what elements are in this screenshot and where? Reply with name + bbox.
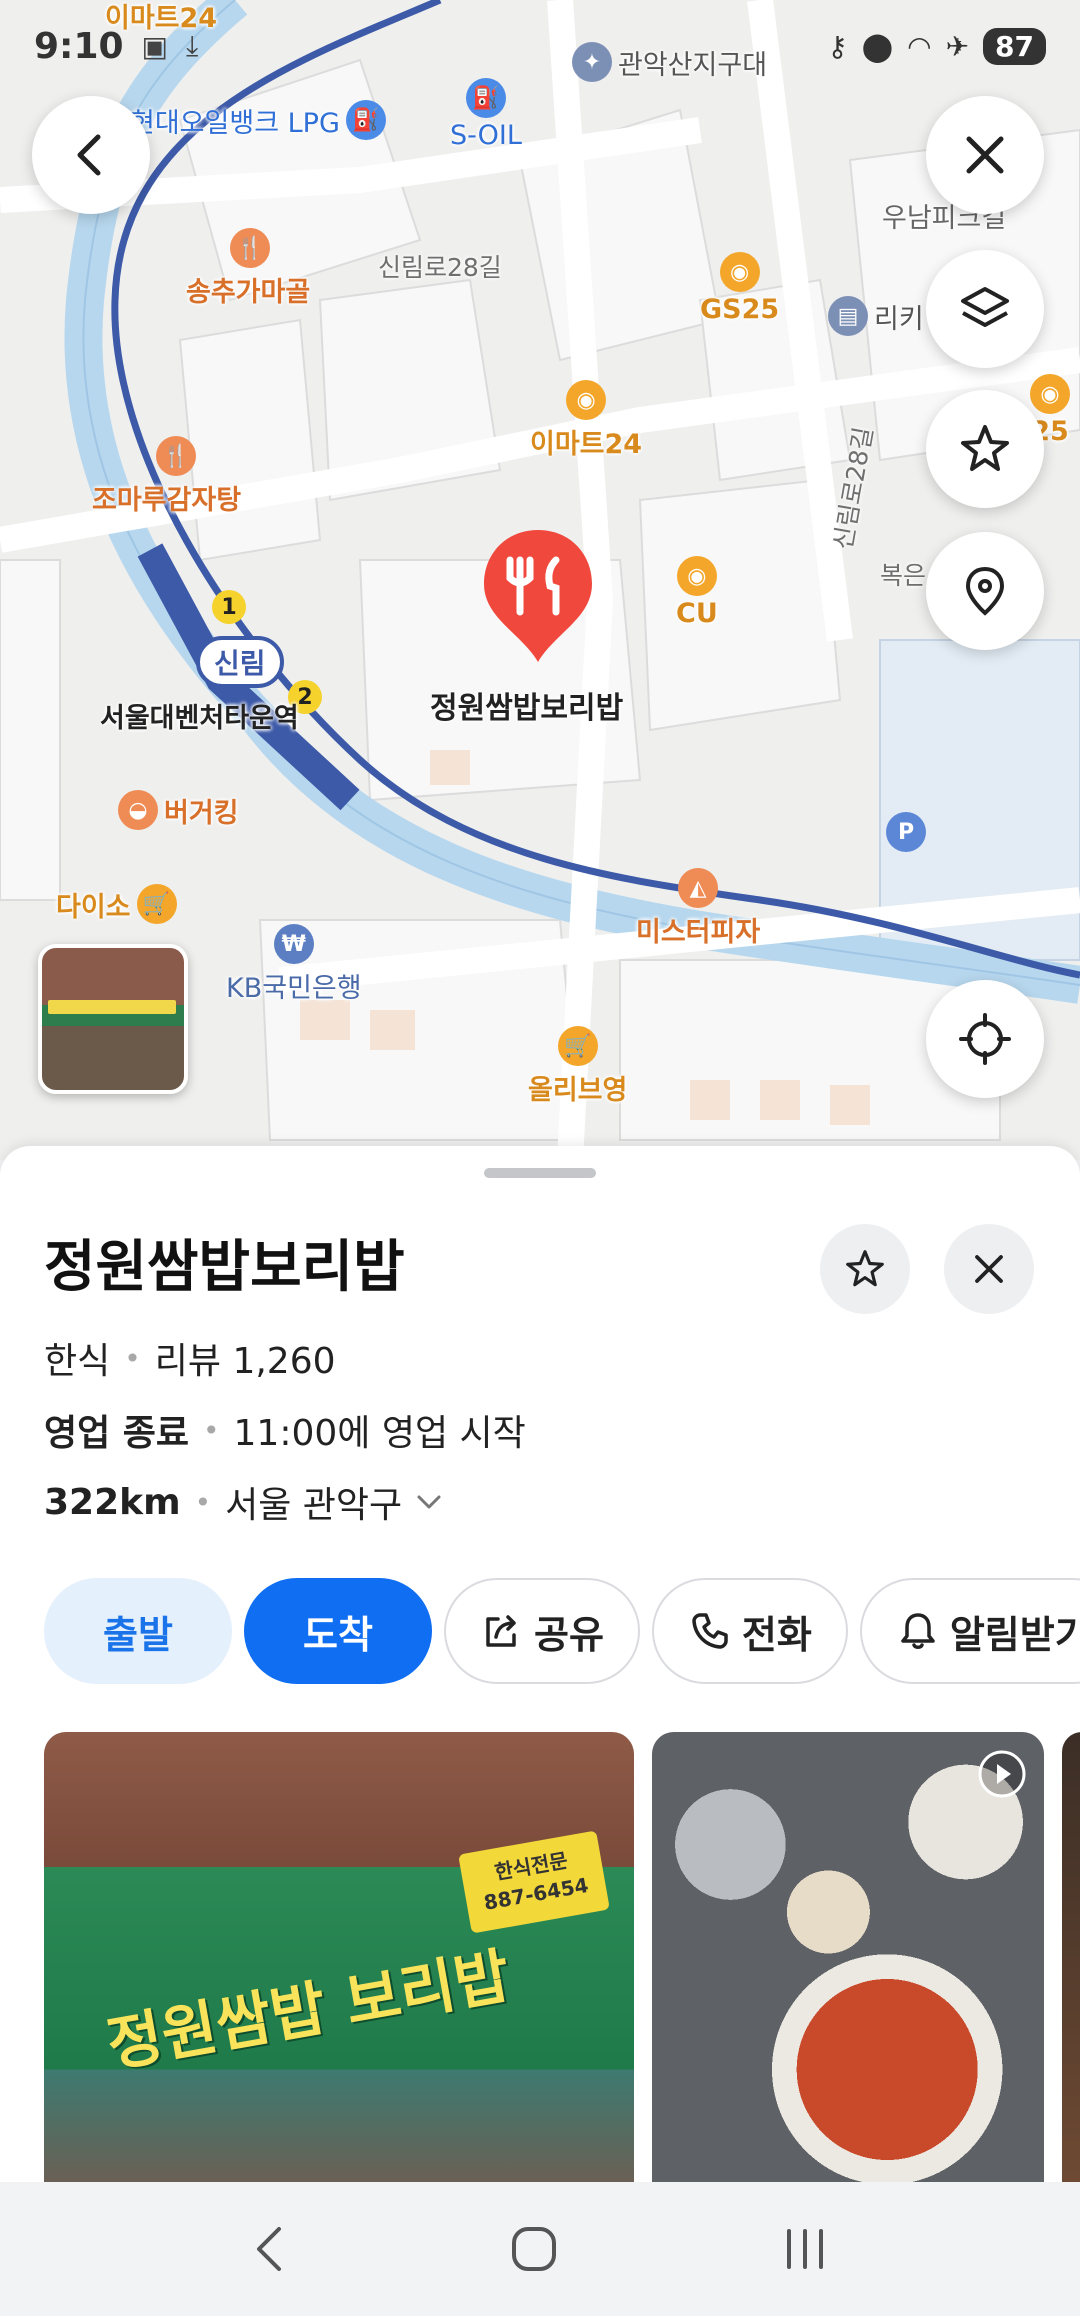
place-detail-sheet: 정원쌈밥보리밥 한식 • 리뷰 1,260 영업 종료 • 11:00에 영업 … bbox=[0, 1146, 1080, 2182]
selected-place-label[interactable]: 정원쌈밥보리밥 bbox=[430, 683, 623, 727]
parking-icon[interactable]: P bbox=[886, 812, 926, 852]
favorites-button[interactable] bbox=[926, 390, 1044, 508]
download-icon: ⤓ bbox=[186, 29, 199, 62]
key-icon: ⚷ bbox=[827, 29, 848, 63]
nav-back-icon[interactable] bbox=[247, 2221, 291, 2277]
poi-library[interactable]: ▤ 리키 bbox=[828, 296, 924, 336]
poi-emart24[interactable]: ◉ 이마트24 bbox=[530, 380, 642, 461]
photo-strip: 한식전문 887-6454 정원쌈밥 보리밥 bbox=[44, 1732, 1080, 2182]
address-line[interactable]: 322km • 서울 관악구 bbox=[44, 1476, 446, 1528]
distance: 322km bbox=[44, 1481, 181, 1523]
share-icon bbox=[486, 1615, 516, 1647]
status-time: 9:10 bbox=[34, 25, 124, 67]
pizza-icon: ◭ bbox=[678, 868, 719, 908]
convenience-store-icon: ◉ bbox=[1030, 374, 1070, 414]
poi-songchu[interactable]: 🍴 송추가마골 bbox=[186, 228, 310, 309]
poi-kb-bank[interactable]: ₩ KB국민은행 bbox=[226, 924, 362, 1005]
screen: 신림로28길 신림로28길 복은 이마트24 ⛽ 현대오일뱅크 LPG ⛽ S-… bbox=[0, 0, 1080, 2316]
chevron-down-icon bbox=[417, 1495, 441, 1509]
action-row: 출발 도착 공유 전화 알림받기 bbox=[44, 1578, 1080, 1684]
convenience-store-icon: ◉ bbox=[719, 252, 760, 292]
screenshot-icon: ▣ bbox=[141, 29, 169, 63]
call-button[interactable]: 전화 bbox=[651, 1578, 848, 1684]
restaurant-icon: 🍴 bbox=[230, 228, 270, 268]
start-button[interactable]: 출발 bbox=[44, 1578, 232, 1684]
star-icon bbox=[846, 1250, 884, 1287]
save-place-button[interactable] bbox=[820, 1224, 910, 1314]
wifi-icon: ◠ bbox=[907, 29, 932, 63]
shopping-icon: 🛒 bbox=[557, 1026, 598, 1066]
sign-text: 정원쌈밥 보리밥 bbox=[101, 1941, 516, 2081]
street-label: 신림로28길 bbox=[378, 253, 502, 282]
photo-next[interactable] bbox=[1062, 1732, 1080, 2182]
hours-next: 11:00에 영업 시작 bbox=[233, 1413, 526, 1454]
close-icon bbox=[966, 136, 1004, 174]
library-icon: ▤ bbox=[828, 296, 868, 336]
burger-icon: ◒ bbox=[118, 790, 158, 830]
sheet-drag-handle[interactable] bbox=[484, 1168, 596, 1178]
convenience-store-icon: ◉ bbox=[566, 380, 607, 420]
bank-icon: ₩ bbox=[273, 924, 314, 964]
my-location-button[interactable] bbox=[926, 980, 1044, 1098]
star-icon bbox=[961, 425, 1009, 471]
nav-recents-icon[interactable] bbox=[777, 2221, 833, 2277]
share-button[interactable]: 공유 bbox=[444, 1578, 640, 1684]
sign-board: 한식전문 887-6454 bbox=[458, 1830, 610, 1934]
restaurant-icon: 🍴 bbox=[156, 436, 196, 476]
street-label: 복은 bbox=[880, 561, 927, 590]
airplane-icon: ✈ bbox=[945, 29, 970, 63]
nav-home-icon[interactable] bbox=[506, 2221, 562, 2277]
region: 서울 관악구 bbox=[225, 1485, 403, 1526]
line-1-badge: 1 bbox=[212, 590, 246, 624]
layers-button[interactable] bbox=[926, 250, 1044, 368]
station-badge[interactable]: 신림 bbox=[196, 636, 284, 688]
photo-storefront[interactable]: 한식전문 887-6454 정원쌈밥 보리밥 bbox=[44, 1732, 634, 2182]
alert-button[interactable]: 알림받기 bbox=[859, 1578, 1080, 1684]
convenience-store-icon: ◉ bbox=[676, 556, 717, 596]
place-thumbnail[interactable] bbox=[38, 944, 188, 1094]
poi-oliveyoung[interactable]: 🛒 올리브영 bbox=[528, 1026, 627, 1107]
hours-line: 영업 종료 • 11:00에 영업 시작 bbox=[44, 1404, 526, 1456]
location-icon: ⬤ bbox=[861, 29, 894, 63]
close-sheet-button[interactable] bbox=[944, 1224, 1034, 1314]
system-nav-bar bbox=[0, 2182, 1080, 2316]
battery-indicator: 87 bbox=[983, 27, 1046, 65]
poi-daiso[interactable]: 🛒 다이소 bbox=[56, 884, 177, 924]
place-marker-button[interactable] bbox=[926, 532, 1044, 650]
place-title: 정원쌈밥보리밥 bbox=[44, 1235, 405, 1300]
selected-place-pin[interactable] bbox=[480, 526, 596, 666]
poi-jomaru[interactable]: 🍴 조마루감자탕 bbox=[92, 436, 241, 517]
status-bar: 9:10 ▣ ⤓ ⚷ ⬤ ◠ ✈ 87 bbox=[0, 0, 1080, 92]
poi-hyundai-oilbank[interactable]: ⛽ 현대오일뱅크 LPG bbox=[130, 100, 386, 140]
map-pin-icon bbox=[965, 566, 1005, 616]
category-line: 한식 • 리뷰 1,260 bbox=[44, 1332, 336, 1384]
arrive-button[interactable]: 도착 bbox=[244, 1578, 432, 1684]
hours-status: 영업 종료 bbox=[44, 1413, 190, 1454]
place-category: 한식 bbox=[44, 1341, 111, 1382]
crosshair-icon bbox=[959, 1013, 1011, 1065]
map-view[interactable]: 신림로28길 신림로28길 복은 이마트24 ⛽ 현대오일뱅크 LPG ⛽ S-… bbox=[0, 0, 1080, 1160]
gas-station-icon: ⛽ bbox=[345, 100, 386, 140]
chevron-left-icon bbox=[77, 134, 101, 176]
bell-plus-icon bbox=[901, 1613, 935, 1649]
phone-icon bbox=[692, 1613, 728, 1649]
poi-gs25[interactable]: ◉ GS25 bbox=[700, 252, 779, 325]
station-name[interactable]: 서울대벤처타운역 bbox=[100, 696, 299, 735]
poi-cu[interactable]: ◉ CU bbox=[676, 556, 718, 629]
layers-icon bbox=[961, 287, 1009, 327]
back-button[interactable] bbox=[32, 96, 150, 214]
poi-burgerking[interactable]: ◒ 버거킹 bbox=[118, 790, 239, 830]
video-play-icon bbox=[978, 1750, 1026, 1798]
poi-mrpizza[interactable]: ◭ 미스터피자 bbox=[636, 868, 760, 949]
review-count[interactable]: 리뷰 1,260 bbox=[155, 1332, 336, 1384]
close-map-button[interactable] bbox=[926, 96, 1044, 214]
shopping-icon: 🛒 bbox=[136, 884, 177, 924]
photo-food[interactable] bbox=[652, 1732, 1044, 2182]
close-icon bbox=[975, 1255, 1003, 1283]
